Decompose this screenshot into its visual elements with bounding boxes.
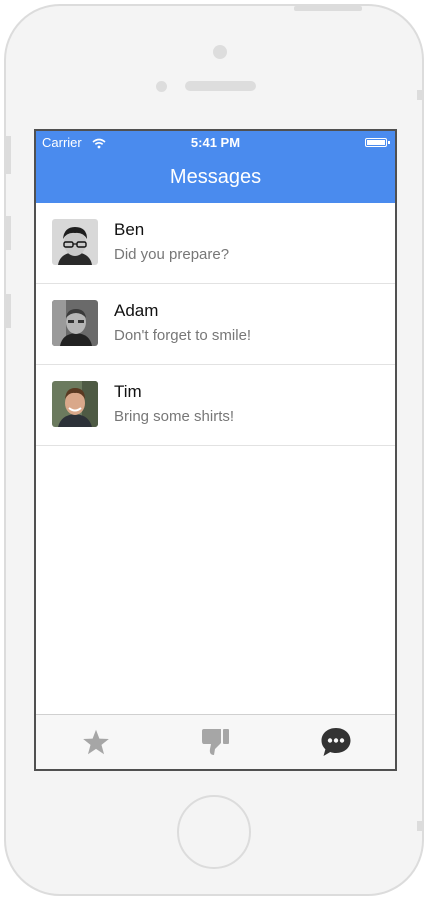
tab-dislikes[interactable] xyxy=(156,715,276,769)
message-preview: Bring some shirts! xyxy=(114,408,235,425)
chat-bubble-icon xyxy=(321,728,351,756)
tab-messages[interactable] xyxy=(276,715,395,769)
navigation-bar: Carrier 5:41 PM Messages xyxy=(36,131,395,203)
home-button[interactable] xyxy=(177,795,251,869)
screen: Carrier 5:41 PM Messages Ben Did you pre… xyxy=(34,129,397,771)
contact-name: Adam xyxy=(114,301,159,320)
volume-down-button xyxy=(6,294,11,328)
battery-icon xyxy=(365,138,390,147)
message-row-adam[interactable]: Adam Don't forget to smile! xyxy=(36,284,395,365)
avatar-tim xyxy=(52,381,98,427)
earpiece-speaker xyxy=(185,81,256,91)
mute-switch xyxy=(6,136,11,174)
star-icon xyxy=(83,729,109,755)
avatar-adam xyxy=(52,300,98,346)
thumbs-down-icon xyxy=(202,729,229,755)
page-title: Messages xyxy=(169,166,262,188)
message-preview: Don't forget to smile! xyxy=(114,327,252,344)
frame-notch xyxy=(417,90,422,100)
contact-name: Tim xyxy=(114,382,142,401)
frame-notch xyxy=(417,821,422,831)
message-row-tim[interactable]: Tim Bring some shirts! xyxy=(36,365,395,446)
power-button xyxy=(294,6,362,11)
message-row-ben[interactable]: Ben Did you prepare? xyxy=(36,203,395,284)
avatar-ben xyxy=(52,219,98,265)
message-list: Ben Did you prepare? Adam Don't forget t… xyxy=(36,203,395,446)
contact-name: Ben xyxy=(114,220,145,239)
proximity-sensor xyxy=(156,81,167,92)
status-bar: Carrier 5:41 PM xyxy=(36,131,395,153)
tab-bar xyxy=(36,714,395,769)
tab-favorites[interactable] xyxy=(36,715,156,769)
volume-up-button xyxy=(6,216,11,250)
status-time: 5:41 PM xyxy=(190,135,241,150)
front-camera xyxy=(213,45,227,59)
message-preview: Did you prepare? xyxy=(114,246,230,263)
